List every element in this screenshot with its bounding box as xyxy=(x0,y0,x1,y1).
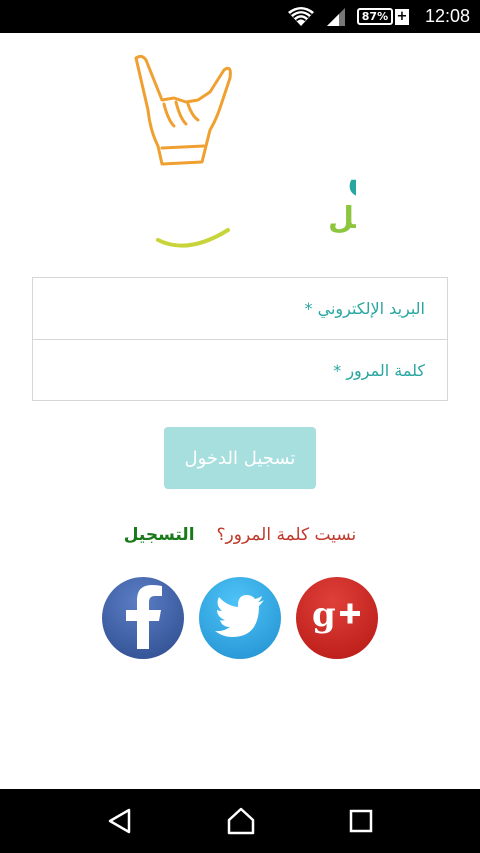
facebook-login-button[interactable] xyxy=(102,577,184,659)
login-screen: 87% + 12:08 تواصلى لنتواصل xyxy=(0,0,480,853)
google-plus-icon: g xyxy=(310,595,364,640)
facebook-icon xyxy=(121,583,165,653)
battery-percent: 87% xyxy=(356,8,393,25)
forgot-password-link[interactable]: نسيت كلمة المرور؟ xyxy=(217,525,357,555)
google-plus-login-button[interactable]: g xyxy=(296,577,378,659)
svg-text:g: g xyxy=(312,596,336,635)
app-logo: تواصلى لنتواصل xyxy=(128,50,480,255)
password-row xyxy=(33,339,447,400)
charging-indicator: + xyxy=(394,8,409,25)
home-icon[interactable] xyxy=(226,807,256,835)
auth-links: التسجيل نسيت كلمة المرور؟ xyxy=(0,525,480,555)
cell-signal-icon xyxy=(325,7,347,27)
status-clock: 12:08 xyxy=(424,6,470,26)
login-form xyxy=(32,277,448,401)
email-row xyxy=(33,278,447,339)
password-field[interactable] xyxy=(55,350,425,390)
svg-text:لنتواصل: لنتواصل xyxy=(328,201,356,236)
status-bar: 87% + 12:08 xyxy=(0,0,480,33)
system-nav-bar xyxy=(0,789,480,853)
social-login: g xyxy=(0,577,480,659)
recents-icon[interactable] xyxy=(349,809,373,833)
email-field[interactable] xyxy=(55,288,425,329)
back-icon[interactable] xyxy=(107,808,133,834)
svg-text:تواصلى: تواصلى xyxy=(346,136,356,205)
wifi-icon xyxy=(287,6,315,28)
twitter-login-button[interactable] xyxy=(199,577,281,659)
battery-icon: 87% + xyxy=(356,8,409,25)
register-link[interactable]: التسجيل xyxy=(124,525,195,555)
twitter-icon xyxy=(215,595,265,641)
login-button[interactable]: تسجيل الدخول xyxy=(164,427,316,489)
